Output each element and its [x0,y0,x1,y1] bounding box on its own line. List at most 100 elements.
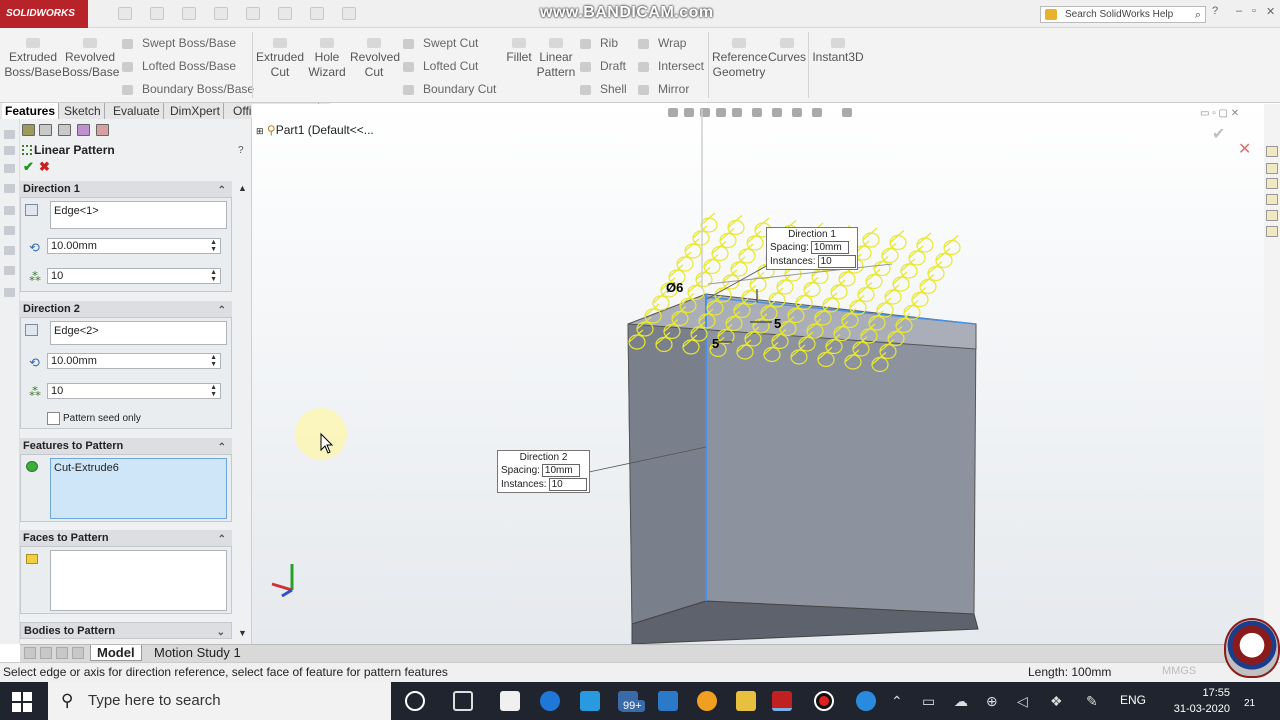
bandicam-record-icon[interactable] [814,691,834,711]
direction1-edge-field[interactable]: Edge<1> [50,201,227,229]
direction1-callout[interactable]: Direction 1 Spacing: 10mm Instances: 10 [766,227,858,270]
display-manager-icon[interactable] [96,124,109,136]
features-list[interactable]: Cut-Extrude6 [50,458,227,519]
tab-dimxpert[interactable]: DimXpert [167,103,225,119]
chrome-icon[interactable] [697,691,717,711]
plane-icon[interactable] [4,246,15,255]
file-explorer-icon[interactable] [1266,178,1278,189]
cortana-icon[interactable] [405,691,425,711]
dimxpert-icon[interactable] [4,184,15,193]
scroll-down-icon[interactable]: ▼ [238,628,247,638]
rebuild-icon[interactable] [310,7,324,20]
spinner-arrows-icon[interactable]: ▲ ▼ [210,269,217,283]
feature-manager-icon[interactable] [22,124,35,136]
collapse-icon[interactable]: ⌃ [218,439,226,456]
windows-start-icon[interactable] [12,692,32,715]
view-palette-icon[interactable] [1266,194,1278,205]
minimize-icon[interactable]: – [1236,5,1242,17]
lofted-boss-button[interactable]: Lofted Boss/Base [122,59,236,73]
callout-instances-input[interactable]: 10 [548,478,587,491]
reverse-direction-icon[interactable] [25,204,38,216]
graphics-cancel-icon[interactable]: ✕ [1238,141,1251,158]
tab-features[interactable]: Features [2,103,60,119]
lofted-cut-button[interactable]: Lofted Cut [403,59,478,73]
model-canvas[interactable]: Ø6 5 5 ✕ ✔ [252,104,1264,644]
redo-icon[interactable] [278,7,292,20]
dimension-5a[interactable]: 5 [774,316,781,331]
pattern-seed-only-checkbox[interactable] [47,412,60,425]
close-icon[interactable]: ✕ [1266,5,1275,18]
origin-icon[interactable] [4,288,15,297]
tab-sketch[interactable]: Sketch [61,103,105,119]
direction2-header[interactable]: Direction 2 ⌃ [20,301,232,318]
restore-icon[interactable]: ▫ [1252,5,1256,17]
save-icon[interactable] [182,7,196,20]
hole-wizard-button[interactable]: Hole Wizard [306,38,348,80]
notification-count[interactable]: 21 [1244,698,1255,709]
last-tab-icon[interactable] [72,647,84,659]
instant3d-button[interactable]: Instant3D [812,38,864,65]
task-view-icon[interactable] [453,691,473,711]
dropbox-icon[interactable]: ❖ [1050,693,1063,710]
direction1-instances-input[interactable]: 10 ▲ ▼ [47,268,221,284]
dimension-5b[interactable]: 5 [712,336,719,351]
search-icon[interactable]: ⌕ [1195,8,1201,23]
fillet-button[interactable]: Fillet [505,38,533,65]
language-indicator[interactable]: ENG [1120,693,1146,707]
revolved-cut-button[interactable]: Revolved Cut [350,38,400,80]
computer-icon[interactable] [658,691,678,711]
boundary-boss-button[interactable]: Boundary Boss/Base [122,82,254,96]
reference-geometry-button[interactable]: Reference Geometry [712,38,767,80]
faces-to-pattern-header[interactable]: Faces to Pattern ⌃ [20,530,232,547]
feature-tree-icon[interactable] [4,130,15,139]
callout-spacing-input[interactable]: 10mm [541,464,580,477]
appearances-icon[interactable] [1266,210,1278,221]
display-icon[interactable] [4,206,15,215]
bodies-to-pattern-header[interactable]: Bodies to Pattern ⌄ [20,622,232,639]
direction1-header[interactable]: Direction 1 ⌃ [20,181,232,198]
custom-properties-icon[interactable] [1266,226,1278,237]
direction1-spacing-input[interactable]: 10.00mm ▲ ▼ [47,238,221,254]
boundary-cut-button[interactable]: Boundary Cut [403,82,496,96]
battery-icon[interactable]: ▭ [922,693,935,710]
tab-evaluate[interactable]: Evaluate [110,103,164,119]
configuration-manager-icon[interactable] [58,124,71,136]
help-icon[interactable] [856,691,876,711]
store-icon[interactable] [500,691,520,711]
user-icon[interactable]: ? [1212,5,1218,17]
extruded-cut-button[interactable]: Extruded Cut [254,38,306,80]
first-tab-icon[interactable] [24,647,36,659]
volume-icon[interactable]: ◁ [1017,693,1028,710]
rib-button[interactable]: Rib [580,36,618,50]
wrap-button[interactable]: Wrap [638,36,686,50]
help-button[interactable]: ? [238,145,244,156]
swept-boss-button[interactable]: Swept Boss/Base [122,36,236,50]
new-document-icon[interactable] [118,7,132,20]
tab-motion-study[interactable]: Motion Study 1 [148,645,247,661]
file-explorer-icon[interactable] [736,691,756,711]
help-search-box[interactable]: Search SolidWorks Help ⌕ [1040,6,1206,23]
shell-button[interactable]: Shell [580,82,627,96]
faces-list[interactable] [50,550,227,611]
heads-up-view-toolbar[interactable] [668,108,852,117]
property-icon[interactable] [4,146,15,155]
collapse-icon[interactable]: ⌃ [218,182,226,199]
pen-icon[interactable]: ✎ [1086,693,1098,710]
body-side-face[interactable] [627,303,707,625]
linear-pattern-button[interactable]: Linear Pattern [535,38,577,80]
options-icon[interactable] [342,7,356,20]
direction2-edge-field[interactable]: Edge<2> [50,321,227,345]
extruded-boss-button[interactable]: Extruded Boss/Base [4,38,62,80]
taskbar-clock[interactable]: 17:55 31-03-2020 [1170,685,1230,717]
property-manager-icon[interactable] [39,124,52,136]
spinner-arrows-icon[interactable]: ▲ ▼ [210,354,217,368]
expand-icon[interactable]: ⌄ [217,624,225,641]
scroll-up-icon[interactable]: ▲ [238,183,247,193]
collapse-icon[interactable]: ⌃ [218,531,226,548]
tray-overflow-icon[interactable]: ⌃ [891,693,903,710]
ok-button[interactable]: ✔ [23,159,34,175]
direction2-instances-input[interactable]: 10 ▲ ▼ [47,383,221,399]
axis-icon[interactable] [4,266,15,275]
dimxpert-manager-icon[interactable] [77,124,90,136]
print-icon[interactable] [214,7,228,20]
